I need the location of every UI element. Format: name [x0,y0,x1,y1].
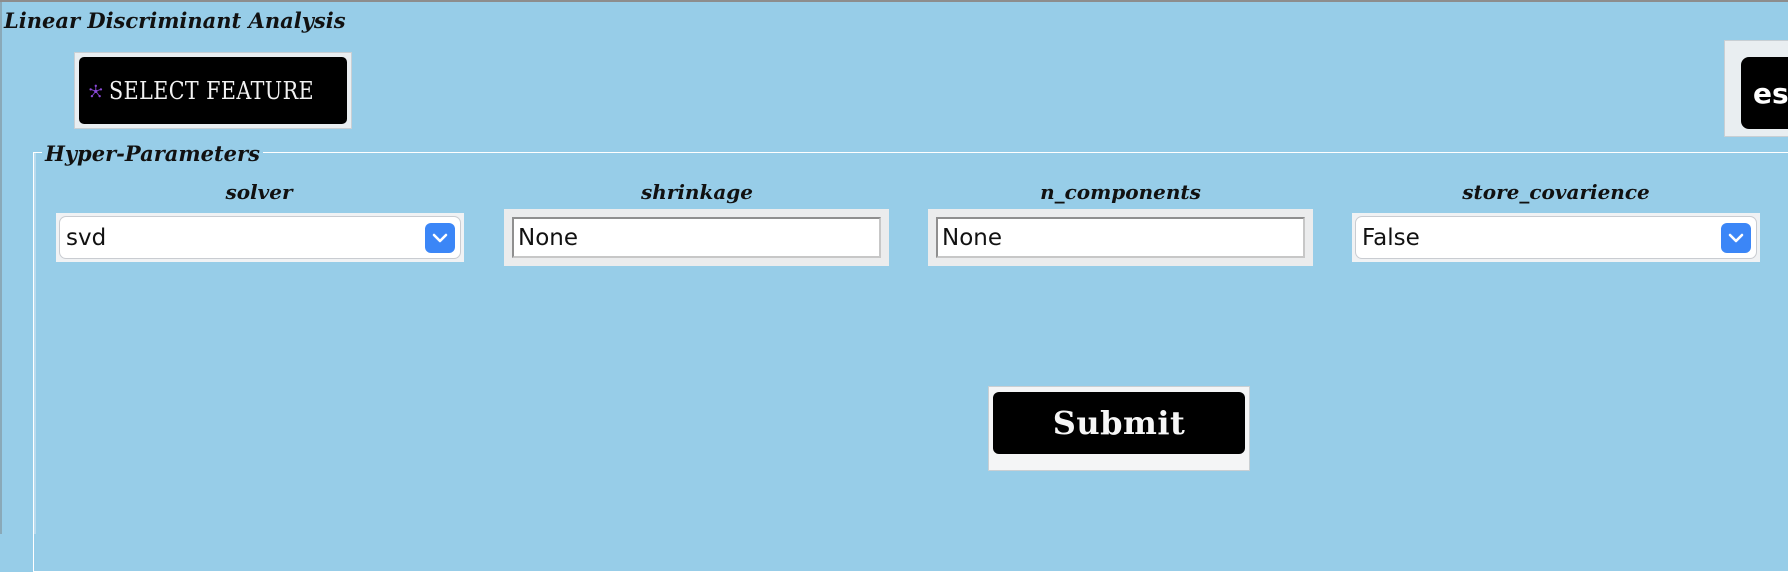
shrinkage-label: shrinkage [640,180,753,204]
chevron-down-icon[interactable] [1721,222,1751,253]
window-top-border [0,0,1788,2]
group-border-shadow [34,153,36,534]
store-covarience-select-box[interactable]: False [1355,216,1757,259]
solver-select-box[interactable]: svd [59,216,461,259]
store-covarience-label: store_covarience [1462,180,1650,204]
shrinkage-input[interactable] [512,217,881,258]
n-components-field [928,209,1313,266]
select-feature-button-face[interactable]: SELECT FEATURE [79,57,347,124]
chevron-down-icon[interactable] [425,222,455,253]
solver-value: svd [66,224,107,251]
submit-label: Submit [1052,404,1186,442]
network-nodes-icon [89,84,103,97]
right-partial-button-face[interactable]: es [1741,57,1788,129]
shrinkage-field [504,209,889,266]
right-partial-button[interactable]: es [1724,40,1788,137]
solver-label: solver [225,180,293,204]
right-partial-button-label: es [1753,76,1788,110]
store-covarience-value: False [1362,224,1420,251]
store-covarience-select[interactable]: False [1352,213,1760,262]
select-feature-button[interactable]: SELECT FEATURE [74,52,352,129]
solver-select[interactable]: svd [56,213,464,262]
select-feature-label: SELECT FEATURE [108,76,314,105]
hyper-parameters-title: Hyper-Parameters [42,141,263,166]
submit-button[interactable]: Submit [988,386,1250,471]
window-left-border [0,2,2,534]
n-components-label: n_components [1040,180,1201,204]
submit-button-face[interactable]: Submit [993,392,1245,454]
window-title: Linear Discriminant Analysis [4,8,346,33]
n-components-input[interactable] [936,217,1305,258]
